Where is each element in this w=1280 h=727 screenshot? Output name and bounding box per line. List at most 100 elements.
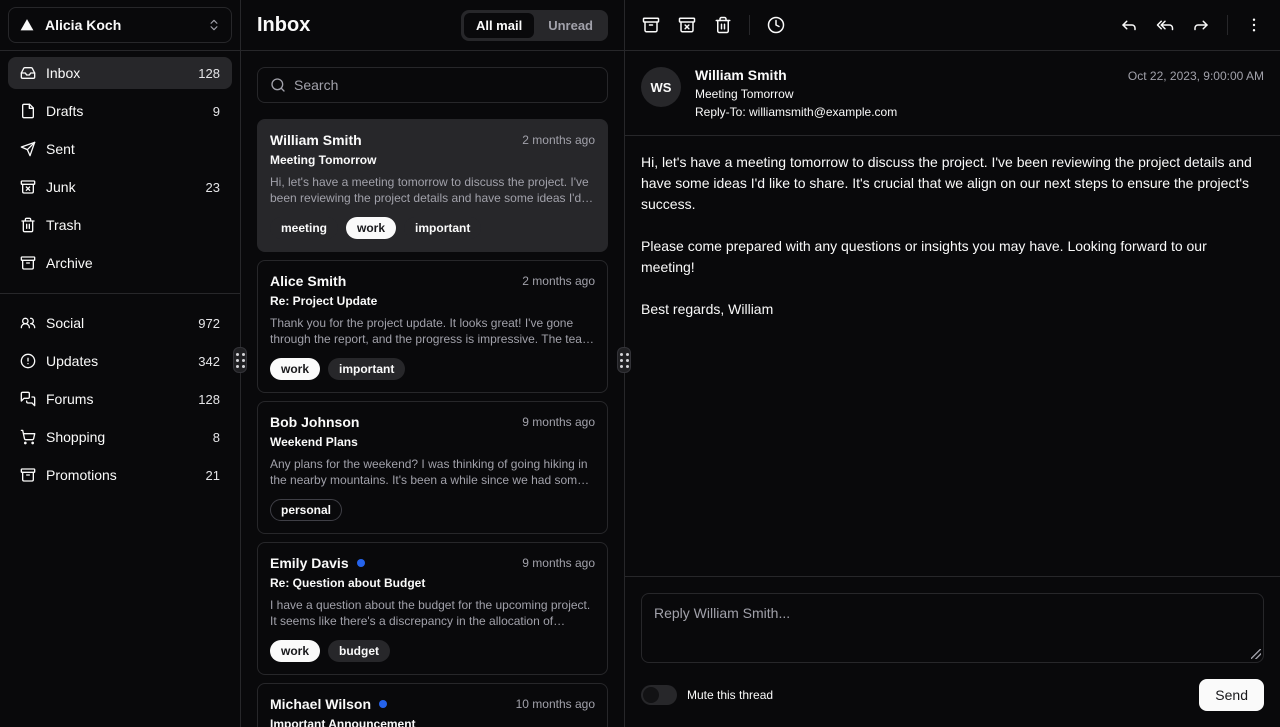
toolbar-divider: [749, 15, 750, 35]
sidebar-item-forums[interactable]: Forums 128: [8, 383, 232, 415]
panel-resize-handle[interactable]: [233, 347, 247, 373]
mail-detail-header: WS William Smith Meeting Tomorrow Reply-…: [625, 51, 1280, 136]
sidebar-item-label: Sent: [46, 141, 75, 157]
tab-all-mail[interactable]: All mail: [464, 13, 534, 38]
more-options-button[interactable]: [1236, 7, 1272, 43]
reply-icon: [1120, 16, 1138, 34]
detail-date: Oct 22, 2023, 9:00:00 AM: [1128, 67, 1264, 83]
mail-preview: Hi, let's have a meeting tomorrow to dis…: [270, 174, 595, 206]
sidebar-header: Alicia Koch: [0, 0, 240, 51]
sidebar-nav-primary: Inbox 128 Drafts 9 Sent Junk 23 Trash: [0, 51, 240, 285]
label-badge: personal: [270, 499, 342, 521]
mail-time: 2 months ago: [522, 274, 595, 288]
mail-time: 2 months ago: [522, 133, 595, 147]
label-badge: important: [328, 358, 405, 380]
search-input[interactable]: [294, 77, 595, 93]
mute-thread-label: Mute this thread: [687, 688, 773, 702]
clock-icon: [767, 16, 785, 34]
sidebar-item-drafts[interactable]: Drafts 9: [8, 95, 232, 127]
toolbar-divider: [1227, 15, 1228, 35]
trash-icon: [714, 16, 732, 34]
reply-button[interactable]: [1111, 7, 1147, 43]
archive-x-icon: [20, 179, 36, 195]
messages-square-icon: [20, 391, 36, 407]
forward-button[interactable]: [1183, 7, 1219, 43]
users-icon: [20, 315, 36, 331]
reply-all-button[interactable]: [1147, 7, 1183, 43]
mail-preview: Any plans for the weekend? I was thinkin…: [270, 456, 595, 488]
toggle-thumb: [643, 687, 659, 703]
sidebar-item-label: Drafts: [46, 103, 83, 119]
sidebar-item-junk[interactable]: Junk 23: [8, 171, 232, 203]
archive-button[interactable]: [633, 7, 669, 43]
triangle-logo-icon: [19, 17, 35, 33]
mail-list-panel: Inbox All mail Unread William Smith 2 mo…: [241, 0, 625, 727]
sidebar-item-count: 9: [213, 104, 220, 119]
reply-textarea[interactable]: [641, 593, 1264, 663]
chevrons-up-down-icon: [207, 18, 221, 32]
account-switcher[interactable]: Alicia Koch: [8, 7, 232, 43]
reply-section: Mute this thread Send: [625, 576, 1280, 727]
mail-body-paragraph: Best regards, William: [641, 299, 1264, 320]
sidebar-item-updates[interactable]: Updates 342: [8, 345, 232, 377]
shopping-cart-icon: [20, 429, 36, 445]
mail-sender: Michael Wilson: [270, 696, 371, 712]
mail-subject: Important Announcement: [270, 717, 595, 727]
sidebar-item-count: 342: [198, 354, 220, 369]
mute-thread-toggle[interactable]: [641, 685, 677, 705]
mail-list: William Smith 2 months ago Meeting Tomor…: [241, 119, 624, 727]
unread-dot: [379, 700, 387, 708]
sidebar-item-trash[interactable]: Trash: [8, 209, 232, 241]
mail-body-paragraph: Please come prepared with any questions …: [641, 236, 1264, 278]
archive-x-icon: [678, 16, 696, 34]
search-box: [257, 67, 608, 103]
mail-subject: Re: Question about Budget: [270, 576, 595, 590]
sidebar-item-count: 128: [198, 392, 220, 407]
mail-time: 10 months ago: [516, 697, 595, 711]
mail-labels: work budget: [270, 640, 595, 662]
panel-resize-handle[interactable]: [617, 347, 631, 373]
archive-icon: [20, 255, 36, 271]
sidebar-item-label: Trash: [46, 217, 81, 233]
label-badge: important: [404, 217, 481, 239]
sidebar-item-promotions[interactable]: Promotions 21: [8, 459, 232, 491]
mail-subject: Meeting Tomorrow: [270, 153, 595, 167]
move-to-junk-button[interactable]: [669, 7, 705, 43]
sidebar-item-count: 972: [198, 316, 220, 331]
mail-list-item-emily-davis[interactable]: Emily Davis 9 months ago Re: Question ab…: [257, 542, 608, 675]
mail-filter-tabs: All mail Unread: [461, 10, 608, 41]
send-button[interactable]: Send: [1199, 679, 1264, 711]
sidebar-item-label: Shopping: [46, 429, 105, 445]
label-badge: work: [346, 217, 396, 239]
sidebar-item-count: 21: [206, 468, 220, 483]
account-name: Alicia Koch: [45, 17, 197, 33]
search-section: [241, 51, 624, 119]
mail-list-item-alice-smith[interactable]: Alice Smith 2 months ago Re: Project Upd…: [257, 260, 608, 393]
sidebar-item-inbox[interactable]: Inbox 128: [8, 57, 232, 89]
mail-sender: William Smith: [270, 132, 362, 148]
mail-list-item-bob-johnson[interactable]: Bob Johnson 9 months ago Weekend Plans A…: [257, 401, 608, 534]
snooze-button[interactable]: [758, 7, 794, 43]
unread-dot: [357, 559, 365, 567]
label-badge: work: [270, 640, 320, 662]
sidebar-item-label: Junk: [46, 179, 76, 195]
label-badge: meeting: [270, 217, 338, 239]
sidebar-item-archive[interactable]: Archive: [8, 247, 232, 279]
mail-list-item-michael-wilson[interactable]: Michael Wilson 10 months ago Important A…: [257, 683, 608, 727]
tab-unread[interactable]: Unread: [536, 13, 605, 38]
mail-subject: Re: Project Update: [270, 294, 595, 308]
mail-app: Alicia Koch Inbox 128 Drafts 9 Sent: [0, 0, 1280, 727]
mail-body-paragraph: Hi, let's have a meeting tomorrow to dis…: [641, 152, 1264, 215]
send-icon: [20, 141, 36, 157]
sidebar-item-shopping[interactable]: Shopping 8: [8, 421, 232, 453]
archive-icon: [642, 16, 660, 34]
inbox-icon: [20, 65, 36, 81]
sidebar-item-social[interactable]: Social 972: [8, 307, 232, 339]
delete-button[interactable]: [705, 7, 741, 43]
sidebar-item-count: 23: [206, 180, 220, 195]
sidebar-item-sent[interactable]: Sent: [8, 133, 232, 165]
mail-list-item-william-smith[interactable]: William Smith 2 months ago Meeting Tomor…: [257, 119, 608, 252]
detail-toolbar: [625, 0, 1280, 51]
mail-time: 9 months ago: [522, 415, 595, 429]
file-icon: [20, 103, 36, 119]
